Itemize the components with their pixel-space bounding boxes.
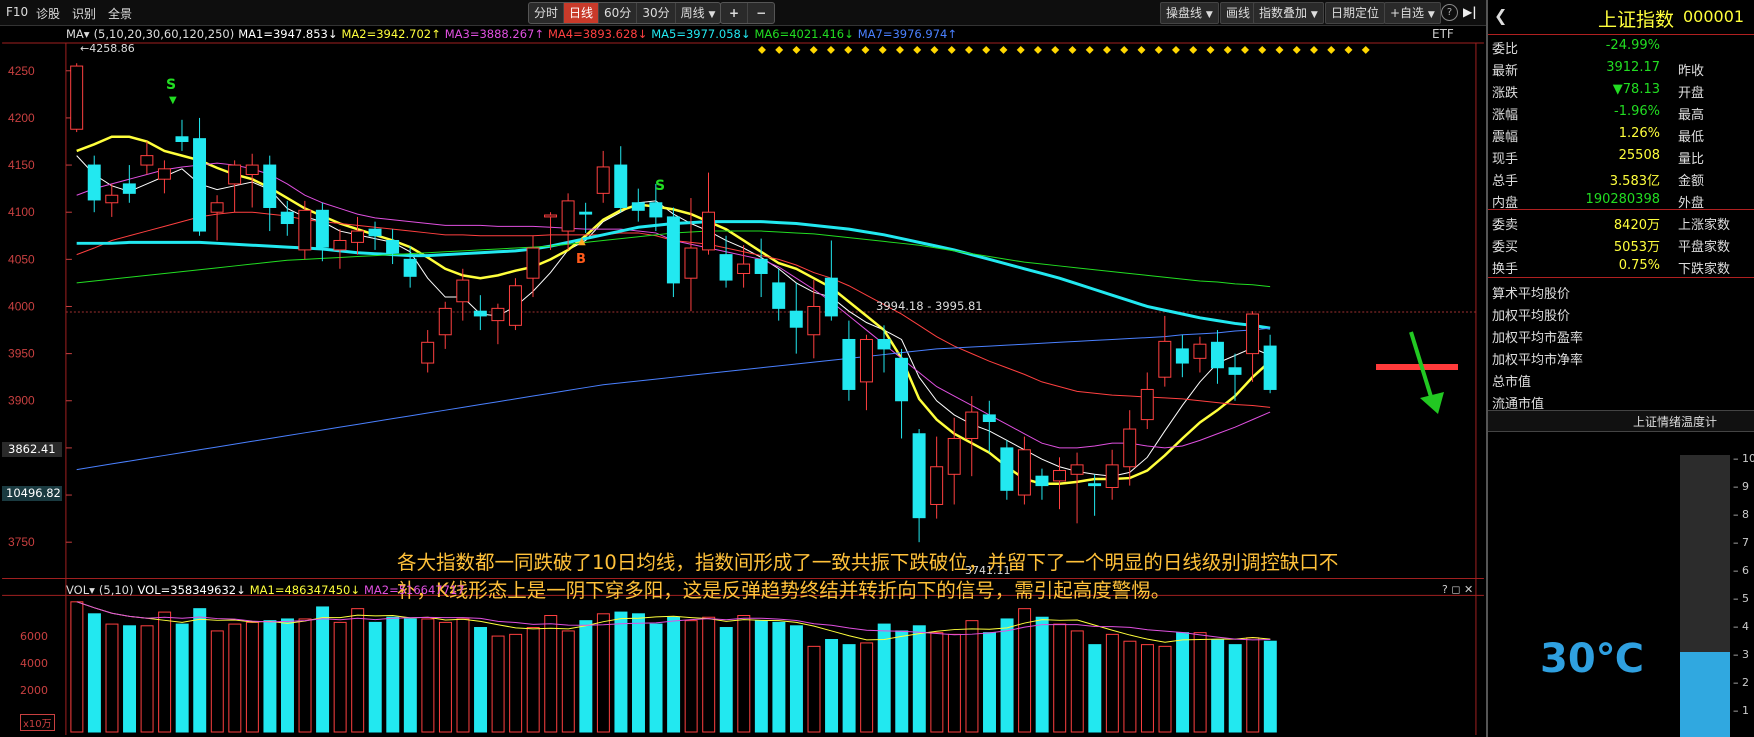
market-stat-label: 加权平均市盈率 xyxy=(1492,331,1584,346)
quote-label: 委比 xyxy=(1492,42,1519,57)
down-arrow-icon xyxy=(1420,392,1444,414)
quote-label-right: 最低 xyxy=(1678,130,1705,145)
analysis-caption-line1: 各大指数都一同跌破了10日均线，指数间形成了一致共振下跌破位，并留下了一个明显的… xyxy=(397,551,1339,574)
quote-row: 涨跌 ▼78.13 开盘 xyxy=(1488,79,1754,101)
thermometer-tick: – 8 xyxy=(1733,508,1749,521)
vol-window-controls[interactable]: ? ◻ ✕ xyxy=(1442,583,1473,596)
quote-label: 震幅 xyxy=(1492,130,1519,145)
chevron-left-icon[interactable]: ❮ xyxy=(1494,6,1507,25)
quote-value: 190280398 xyxy=(1585,192,1660,207)
quote-panel: ❮ 上证指数 000001 委比 -24.99% 最新 3912.17 昨收涨跌 ▼78.… xyxy=(1486,0,1754,737)
vol-params: (5,10) xyxy=(98,583,134,597)
thermometer-tick: – 3 xyxy=(1733,648,1749,661)
quote-value: 5053万 xyxy=(1613,240,1660,255)
quote-label-right: 平盘家数 xyxy=(1678,240,1731,255)
market-stat-label: 加权平均股价 xyxy=(1492,309,1571,324)
quote-label: 总手 xyxy=(1492,174,1519,189)
temperature-value: 30℃ xyxy=(1540,636,1645,682)
thermometer-title: 上证情绪温度计 xyxy=(1633,415,1718,429)
quote-row: 内盘 190280398 外盘 xyxy=(1488,189,1754,211)
vol-legend: VOL▾ (5,10) VOL=358349632↓ MA1=486347450↓… xyxy=(66,583,465,597)
vol-unit-label: x10万 xyxy=(20,714,55,731)
quote-row: 最新 3912.17 昨收 xyxy=(1488,57,1754,79)
thermometer-header: 上证情绪温度计 xyxy=(1488,410,1754,432)
vol-tick-6000: 6000 xyxy=(20,630,48,643)
quote-value: 25508 xyxy=(1618,148,1660,163)
vol-tick-2000: 2000 xyxy=(20,684,48,697)
quote-row: 委买 5053万 平盘家数 xyxy=(1488,233,1754,255)
quote-label-right: 下跌家数 xyxy=(1678,262,1731,277)
vol-ma-value-2: MA1=486347450↓ xyxy=(249,583,360,597)
quote-row: 震幅 1.26% 最低 xyxy=(1488,123,1754,145)
thermometer-tube xyxy=(1680,455,1730,737)
thermometer-tick: – 1 xyxy=(1733,704,1749,717)
quote-value: 3912.17 xyxy=(1606,60,1660,75)
thermometer-tick: – 4 xyxy=(1733,620,1749,633)
vol-ma-value-3: MA2=516647717 xyxy=(363,583,465,597)
quote-label-right: 昨收 xyxy=(1678,64,1705,79)
thermometer-tick: – 6 xyxy=(1733,564,1749,577)
quote-label: 现手 xyxy=(1492,152,1519,167)
thermometer-tick: – 5 xyxy=(1733,592,1749,605)
thermometer-tick: – 9 xyxy=(1733,480,1749,493)
quote-label-right: 最高 xyxy=(1678,108,1705,123)
quote-value: 0.75% xyxy=(1618,258,1660,273)
vol-menu[interactable]: VOL▾ xyxy=(66,583,95,597)
quote-value: 1.26% xyxy=(1618,126,1660,141)
thermometer-fill xyxy=(1680,652,1730,737)
quote-value: 3.583亿 xyxy=(1609,174,1660,189)
quote-label: 换手 xyxy=(1492,262,1519,277)
market-stat-label: 算术平均股价 xyxy=(1492,287,1571,302)
vol-ma-value-1: VOL=358349632↓ xyxy=(137,583,246,597)
market-stat-label: 加权平均市净率 xyxy=(1492,353,1584,368)
annotation-overlay xyxy=(1376,331,1458,414)
quote-row: 现手 25508 量比 xyxy=(1488,145,1754,167)
quote-label-right: 上涨家数 xyxy=(1678,218,1731,233)
quote-label-right: 开盘 xyxy=(1678,86,1705,101)
quote-label-right: 量比 xyxy=(1678,152,1705,167)
quote-label: 涨幅 xyxy=(1492,108,1519,123)
quote-value: -1.96% xyxy=(1614,104,1660,119)
index-name: 上证指数 xyxy=(1598,9,1675,31)
quote-label-right: 金额 xyxy=(1678,174,1705,189)
analysis-caption-line2: 补，K线形态上是一阴下穿多阳，这是反弹趋势终结并转折向下的信号，需引起高度警惕。 xyxy=(397,579,1171,602)
thermometer-tick: – 7 xyxy=(1733,536,1749,549)
market-stat-label: 总市值 xyxy=(1492,375,1532,390)
quote-label: 涨跌 xyxy=(1492,86,1519,101)
index-code: 000001 xyxy=(1683,7,1745,26)
quote-value: -24.99% xyxy=(1605,38,1660,53)
quote-value: ▼78.13 xyxy=(1612,82,1660,97)
thermometer-tick: – 2 xyxy=(1733,676,1749,689)
quote-row: 总手 3.583亿 金额 xyxy=(1488,167,1754,189)
vol-tick-4000: 4000 xyxy=(20,657,48,670)
quote-label: 委买 xyxy=(1492,240,1519,255)
quote-row: 涨幅 -1.96% 最高 xyxy=(1488,101,1754,123)
quote-value: 8420万 xyxy=(1613,218,1660,233)
thermometer-tick: – 10 xyxy=(1733,452,1754,465)
quote-label: 最新 xyxy=(1492,64,1519,79)
quote-row: 换手 0.75% 下跌家数 xyxy=(1488,255,1754,277)
quote-row: 委卖 8420万 上涨家数 xyxy=(1488,211,1754,233)
quote-label: 委卖 xyxy=(1492,218,1519,233)
quote-row: 委比 -24.99% xyxy=(1488,35,1754,57)
